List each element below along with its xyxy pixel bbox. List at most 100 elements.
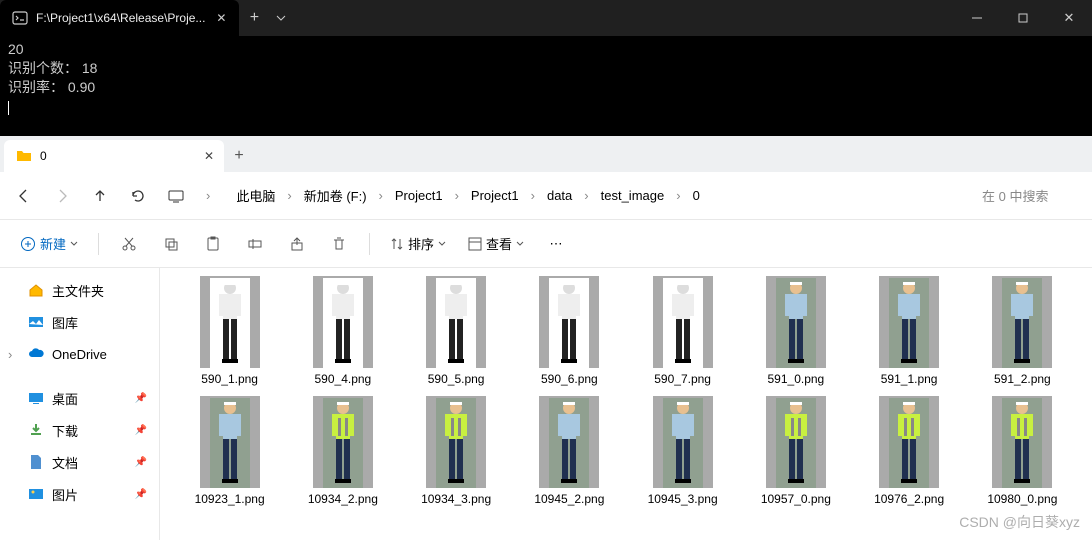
chevron-right-icon[interactable]: ›	[529, 188, 537, 203]
new-tab-button[interactable]: +	[224, 140, 254, 172]
file-name: 10945_3.png	[648, 492, 718, 506]
chevron-right-icon[interactable]: ›	[8, 347, 20, 362]
file-name: 591_0.png	[768, 372, 825, 386]
console-output[interactable]: 20 识别个数： 18 识别率： 0.90	[0, 36, 1092, 136]
sidebar-item-downloads[interactable]: 下载 📌	[0, 414, 159, 446]
terminal-icon	[12, 10, 28, 26]
file-name: 590_7.png	[654, 372, 711, 386]
new-tab-button[interactable]: +	[239, 0, 269, 36]
file-item[interactable]: 591_0.png	[742, 276, 849, 386]
cut-button[interactable]	[111, 229, 147, 259]
file-thumbnail	[766, 276, 826, 368]
file-grid[interactable]: 590_1.png 590_4.png 590_5.png	[160, 268, 1092, 540]
sidebar-item-pictures[interactable]: 图片 📌	[0, 478, 159, 510]
delete-button[interactable]	[321, 229, 357, 259]
file-name: 10957_0.png	[761, 492, 831, 506]
close-icon[interactable]: ✕	[213, 10, 229, 26]
file-name: 591_1.png	[881, 372, 938, 386]
close-icon[interactable]: ✕	[202, 149, 216, 163]
sort-button[interactable]: 排序	[382, 229, 454, 259]
breadcrumb-item[interactable]: 此电脑	[230, 184, 281, 207]
breadcrumb-item[interactable]: test_image	[595, 186, 671, 205]
file-item[interactable]: 590_4.png	[289, 276, 396, 386]
file-thumbnail	[313, 276, 373, 368]
file-name: 10923_1.png	[195, 492, 265, 506]
copy-button[interactable]	[153, 229, 189, 259]
chevron-right-icon[interactable]: ›	[377, 188, 385, 203]
file-name: 590_5.png	[428, 372, 485, 386]
sidebar-item-gallery[interactable]: 图库	[0, 306, 159, 338]
refresh-button[interactable]	[128, 186, 148, 206]
file-thumbnail	[313, 396, 373, 488]
new-button[interactable]: 新建	[12, 229, 86, 259]
file-name: 591_2.png	[994, 372, 1051, 386]
monitor-icon[interactable]	[166, 186, 186, 206]
file-thumbnail	[539, 396, 599, 488]
file-item[interactable]: 10957_0.png	[742, 396, 849, 506]
file-item[interactable]: 10934_3.png	[403, 396, 510, 506]
file-name: 10980_0.png	[987, 492, 1057, 506]
console-window: F:\Project1\x64\Release\Proje... ✕ + ✕ 2…	[0, 0, 1092, 136]
file-item[interactable]: 591_2.png	[969, 276, 1076, 386]
file-item[interactable]: 10945_2.png	[516, 396, 623, 506]
sidebar-item-desktop[interactable]: 桌面 📌	[0, 382, 159, 414]
file-item[interactable]: 10934_2.png	[289, 396, 396, 506]
file-item[interactable]: 10923_1.png	[176, 396, 283, 506]
file-thumbnail	[200, 396, 260, 488]
file-item[interactable]: 591_1.png	[856, 276, 963, 386]
pin-icon: 📌	[135, 425, 147, 436]
breadcrumb-item[interactable]: 新加卷 (F:)	[298, 184, 373, 207]
search-input[interactable]: 在 0 中搜索	[978, 182, 1078, 209]
chevron-right-icon[interactable]: ›	[674, 188, 682, 203]
file-item[interactable]: 590_5.png	[403, 276, 510, 386]
console-tab[interactable]: F:\Project1\x64\Release\Proje... ✕	[0, 0, 239, 36]
file-thumbnail	[766, 396, 826, 488]
explorer-tab-title: 0	[40, 149, 194, 163]
file-item[interactable]: 590_1.png	[176, 276, 283, 386]
pin-icon: 📌	[135, 457, 147, 468]
breadcrumb: 此电脑 › 新加卷 (F:) › Project1 › Project1 › d…	[230, 184, 705, 207]
file-item[interactable]: 10980_0.png	[969, 396, 1076, 506]
paste-button[interactable]	[195, 229, 231, 259]
sidebar-item-documents[interactable]: 文档 📌	[0, 446, 159, 478]
explorer-tab[interactable]: 0 ✕	[4, 140, 224, 172]
close-window-button[interactable]: ✕	[1046, 0, 1092, 36]
breadcrumb-item[interactable]: 0	[687, 186, 706, 205]
watermark: CSDN @向日葵xyz	[959, 512, 1080, 532]
file-thumbnail	[653, 276, 713, 368]
chevron-right-icon[interactable]: ›	[285, 188, 293, 203]
file-name: 10934_3.png	[421, 492, 491, 506]
view-button[interactable]: 查看	[460, 229, 532, 259]
chevron-right-icon[interactable]: ›	[204, 188, 212, 203]
chevron-right-icon[interactable]: ›	[582, 188, 590, 203]
file-name: 10976_2.png	[874, 492, 944, 506]
breadcrumb-item[interactable]: data	[541, 186, 578, 205]
file-thumbnail	[426, 276, 486, 368]
minimize-button[interactable]	[954, 0, 1000, 36]
file-thumbnail	[200, 276, 260, 368]
file-item[interactable]: 10945_3.png	[629, 396, 736, 506]
sidebar: 主文件夹 图库 › OneDrive 桌面 📌 下	[0, 268, 160, 540]
more-button[interactable]: ⋯	[538, 229, 574, 259]
sidebar-item-onedrive[interactable]: › OneDrive	[0, 338, 159, 370]
forward-button[interactable]	[52, 186, 72, 206]
rename-button[interactable]	[237, 229, 273, 259]
breadcrumb-item[interactable]: Project1	[465, 186, 525, 205]
file-item[interactable]: 590_6.png	[516, 276, 623, 386]
sidebar-item-home[interactable]: 主文件夹	[0, 274, 159, 306]
file-thumbnail	[879, 396, 939, 488]
breadcrumb-item[interactable]: Project1	[389, 186, 449, 205]
file-item[interactable]: 590_7.png	[629, 276, 736, 386]
share-button[interactable]	[279, 229, 315, 259]
maximize-button[interactable]	[1000, 0, 1046, 36]
tab-dropdown-icon[interactable]	[269, 0, 293, 36]
file-item[interactable]: 10976_2.png	[856, 396, 963, 506]
file-name: 10945_2.png	[534, 492, 604, 506]
file-explorer: 0 ✕ + › 此电脑 › 新加卷 (F:) › Project1 › Proj…	[0, 136, 1092, 540]
file-thumbnail	[426, 396, 486, 488]
console-titlebar[interactable]: F:\Project1\x64\Release\Proje... ✕ + ✕	[0, 0, 1092, 36]
up-button[interactable]	[90, 186, 110, 206]
back-button[interactable]	[14, 186, 34, 206]
chevron-right-icon[interactable]: ›	[453, 188, 461, 203]
file-name: 590_1.png	[201, 372, 258, 386]
